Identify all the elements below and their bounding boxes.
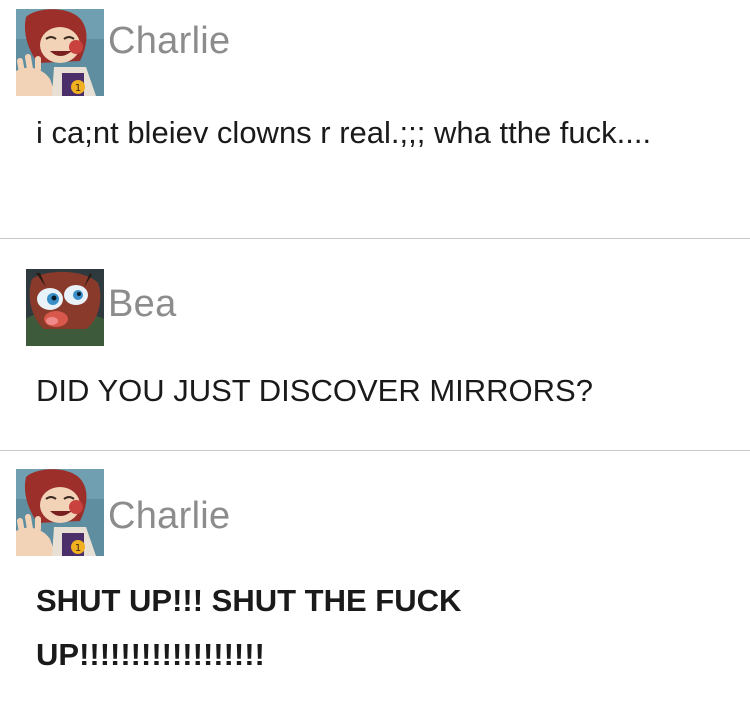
username[interactable]: Charlie	[108, 495, 230, 538]
post-1: 1 Charlie i ca;nt bleiev clowns r real.;…	[0, 0, 750, 238]
svg-text:1: 1	[75, 543, 81, 554]
avatar-bea-icon[interactable]	[26, 269, 104, 346]
username[interactable]: Charlie	[108, 20, 230, 63]
bea-avatar-image	[26, 269, 104, 346]
avatar-charlie-icon[interactable]: 1	[16, 9, 104, 96]
svg-text:1: 1	[75, 83, 81, 94]
post-text: DID YOU JUST DISCOVER MIRRORS?	[36, 373, 593, 408]
avatar-charlie-icon[interactable]: 1	[16, 469, 104, 556]
post-text: SHUT UP!!! SHUT THE FUCK UP!!!!!!!!!!!!!…	[36, 583, 462, 672]
post-2: Bea DID YOU JUST DISCOVER MIRRORS?	[0, 238, 750, 450]
post-3: 1 Charlie SHUT UP!!! SHUT THE FUCK UP!!!…	[0, 450, 750, 713]
charlie-avatar-image: 1	[16, 9, 104, 96]
post-text: i ca;nt bleiev clowns r real.;;; wha tth…	[36, 115, 652, 150]
charlie-avatar-image: 1	[16, 469, 104, 556]
username[interactable]: Bea	[108, 283, 177, 326]
